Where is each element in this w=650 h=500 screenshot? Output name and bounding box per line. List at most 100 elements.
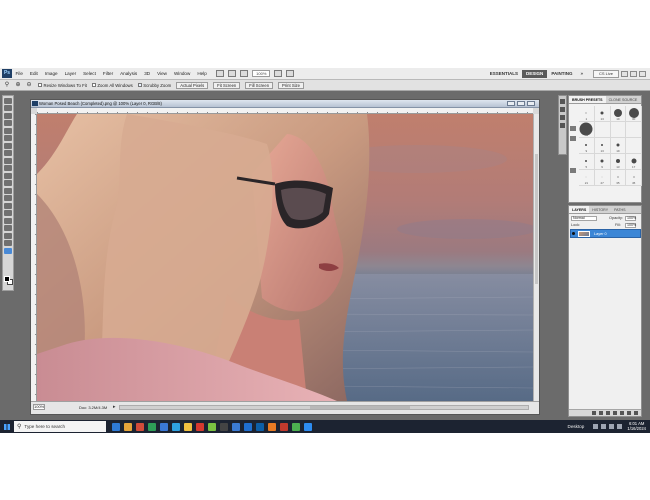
cs-live-button[interactable]: CS Live xyxy=(593,69,619,78)
brush-tool-icon[interactable] xyxy=(4,150,12,156)
taskbar-app-icon[interactable] xyxy=(292,422,300,431)
add-layer-style-icon[interactable] xyxy=(599,411,603,415)
taskbar-app-icon[interactable] xyxy=(196,422,204,431)
brush-preset[interactable]: 13 xyxy=(594,138,611,154)
start-button[interactable] xyxy=(0,420,14,433)
link-layers-icon[interactable] xyxy=(592,411,596,415)
dodge-tool-icon[interactable] xyxy=(4,195,12,201)
scrubby-zoom-checkbox[interactable]: Scrubby Zoom xyxy=(137,83,171,88)
brush-preset[interactable]: 17 xyxy=(626,154,642,170)
menu-help[interactable]: Help xyxy=(194,68,210,80)
image-canvas[interactable] xyxy=(37,114,533,401)
brush-preset[interactable]: 9 xyxy=(594,154,611,170)
doc-close-button[interactable] xyxy=(527,101,535,106)
workspace-essentials[interactable]: ESSENTIALS xyxy=(486,68,522,80)
brush-preset[interactable]: 27 xyxy=(594,170,611,186)
pen-tool-icon[interactable] xyxy=(4,202,12,209)
add-mask-icon[interactable] xyxy=(606,411,610,415)
resize-windows-checkbox[interactable]: Resize Windows To Fit xyxy=(38,83,87,88)
zoom-all-windows-checkbox[interactable]: Zoom All Windows xyxy=(91,83,133,88)
layer-visibility-eye-icon[interactable] xyxy=(572,232,575,235)
zoom-tool-icon[interactable]: ⚲ xyxy=(3,82,11,89)
eyedropper-tool-icon[interactable] xyxy=(4,135,12,141)
type-tool-icon[interactable] xyxy=(4,210,12,216)
doc-maximize-button[interactable] xyxy=(517,101,525,106)
brush-panel-menu-icon[interactable] xyxy=(570,168,576,173)
new-group-icon[interactable] xyxy=(620,411,624,415)
taskbar-app-icon[interactable] xyxy=(172,422,180,431)
info-arrow-icon[interactable]: ▸ xyxy=(113,404,116,410)
new-layer-icon[interactable] xyxy=(627,411,631,415)
lasso-tool-icon[interactable] xyxy=(4,112,12,119)
vertical-scrollbar[interactable] xyxy=(533,114,539,401)
mini-bridge-icon[interactable] xyxy=(228,70,237,77)
brush-preset[interactable]: 45 xyxy=(579,122,595,138)
taskbar-app-icon[interactable] xyxy=(112,422,120,431)
taskbar-app-icon[interactable] xyxy=(280,422,288,431)
tab-layers[interactable]: LAYERS xyxy=(569,206,590,213)
hand-tool-icon[interactable] xyxy=(4,240,12,246)
fill-field[interactable]: 100% xyxy=(625,223,636,228)
new-adjustment-layer-icon[interactable] xyxy=(613,411,617,415)
healing-brush-tool-icon[interactable] xyxy=(4,142,12,149)
path-selection-tool-icon[interactable] xyxy=(4,217,12,224)
close-button[interactable] xyxy=(639,70,646,77)
menu-layer[interactable]: Layer xyxy=(61,68,80,80)
menu-image[interactable]: Image xyxy=(41,68,61,80)
foreground-color-swatch[interactable] xyxy=(4,276,10,282)
taskbar-app-icon[interactable] xyxy=(160,422,168,431)
delete-layer-icon[interactable] xyxy=(634,411,638,415)
brush-panel-toggle-icon[interactable] xyxy=(570,126,576,131)
horizontal-scrollbar[interactable] xyxy=(119,405,529,410)
document-titlebar[interactable]: Woman Posed Beach (Completed).png @ 100%… xyxy=(31,100,539,108)
zoom-in-icon[interactable]: ⊕ xyxy=(14,82,22,89)
tab-history[interactable]: HISTORY xyxy=(589,206,611,213)
vertical-scroll-thumb[interactable] xyxy=(535,154,538,284)
taskbar-app-icon[interactable] xyxy=(244,422,252,431)
layer-row[interactable]: Layer 0 xyxy=(570,229,641,238)
zoom-percent-field[interactable]: 100% xyxy=(33,404,45,410)
print-size-button[interactable]: Print Size xyxy=(278,81,304,89)
actual-pixels-button[interactable]: Actual Pixels xyxy=(176,81,209,89)
brush-preset[interactable] xyxy=(626,138,642,154)
volume-icon[interactable] xyxy=(609,424,615,429)
taskbar-app-icon[interactable] xyxy=(232,422,240,431)
taskbar-search-box[interactable]: ⚲ Type here to search xyxy=(14,421,106,432)
fill-screen-button[interactable]: Fill Screen xyxy=(245,81,274,89)
taskbar-app-icon[interactable] xyxy=(256,422,264,431)
brush-preset[interactable]: 19 xyxy=(610,138,627,154)
brush-preset[interactable]: 19 xyxy=(610,106,627,122)
maximize-button[interactable] xyxy=(630,70,637,77)
blur-tool-icon[interactable] xyxy=(4,187,12,194)
taskbar-app-icon[interactable] xyxy=(268,422,276,431)
brush-preset[interactable]: 13 xyxy=(610,154,627,170)
brush-preset[interactable]: 1 xyxy=(579,106,595,122)
menu-view[interactable]: View xyxy=(154,68,171,80)
taskbar-app-icon[interactable] xyxy=(304,422,312,431)
brush-preset[interactable] xyxy=(594,122,611,138)
menu-filter[interactable]: Filter xyxy=(99,68,116,80)
shape-tool-icon[interactable] xyxy=(4,225,12,231)
doc-minimize-button[interactable] xyxy=(507,101,515,106)
taskbar-app-icon[interactable] xyxy=(124,422,132,431)
menu-select[interactable]: Select xyxy=(80,68,100,80)
layer-name[interactable]: Layer 0 xyxy=(594,232,607,236)
desktop-toolbar-label[interactable]: Desktop xyxy=(568,424,585,429)
history-brush-tool-icon[interactable] xyxy=(4,165,12,171)
brush-preset[interactable] xyxy=(610,122,627,138)
brush-preset[interactable]: 45 xyxy=(626,170,642,186)
taskbar-app-icon[interactable] xyxy=(184,422,192,431)
taskbar-app-icon[interactable] xyxy=(220,422,228,431)
marquee-tool-icon[interactable] xyxy=(4,105,12,111)
zoom-level-dropdown[interactable]: 100% xyxy=(252,70,271,77)
menu-file[interactable]: File xyxy=(12,68,26,80)
brush-preset[interactable]: 13 xyxy=(594,106,611,122)
zoom-out-icon[interactable]: ⊖ xyxy=(25,82,33,89)
fit-screen-button[interactable]: Fit Screen xyxy=(213,81,241,89)
screen-mode-icon[interactable] xyxy=(286,70,295,77)
eraser-tool-icon[interactable] xyxy=(4,172,12,179)
arrange-documents-icon[interactable] xyxy=(274,70,283,77)
3d-rotate-tool-icon[interactable] xyxy=(4,232,12,239)
brush-preset[interactable]: 35 xyxy=(610,170,627,186)
tab-paths[interactable]: PATHS xyxy=(611,206,628,213)
